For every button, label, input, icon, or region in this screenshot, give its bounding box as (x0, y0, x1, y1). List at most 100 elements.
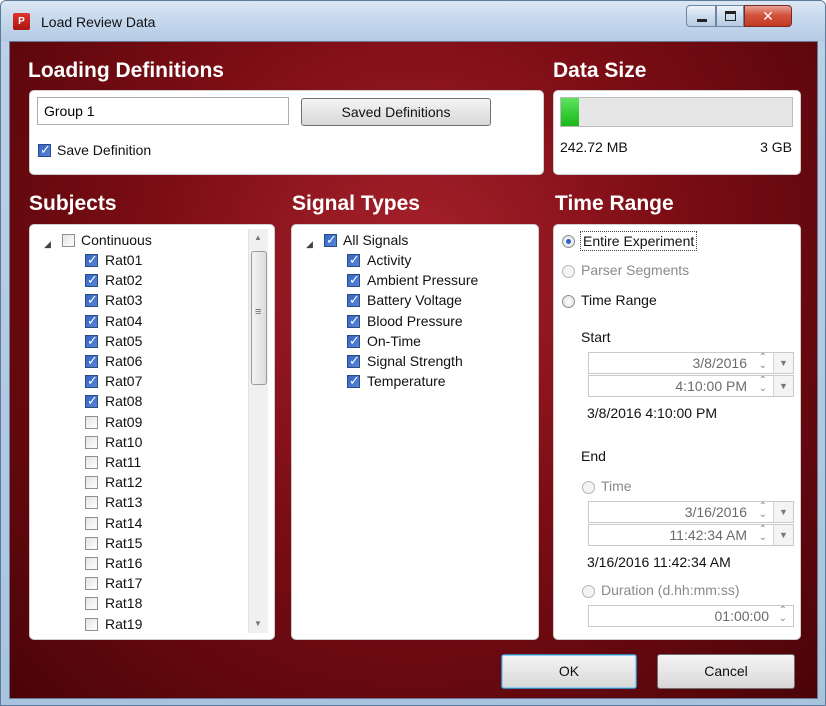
parser-segments-radio[interactable] (562, 265, 575, 278)
save-definition-checkbox[interactable] (38, 142, 51, 158)
cancel-button[interactable]: Cancel (657, 654, 795, 689)
spin-arrows-icon[interactable]: ⌃ ⌄ (759, 525, 767, 543)
end-time-picker[interactable]: 11:42:34 AM ⌃ ⌄ ▼ (588, 524, 794, 546)
continuous-label: Continuous (81, 232, 152, 248)
title-bar[interactable]: P Load Review Data ✕ (1, 1, 825, 41)
signal-item-checkbox[interactable] (347, 373, 360, 389)
subjects-panel: ◢ Continuous Rat01 Rat02 Rat03 Rat04 Rat05 Ra… (29, 224, 275, 640)
close-button[interactable]: ✕ (744, 5, 792, 27)
minimize-icon (697, 19, 707, 22)
subject-item-checkbox[interactable] (85, 617, 98, 631)
close-icon: ✕ (762, 8, 774, 24)
scroll-down-icon[interactable]: ▼ (254, 619, 262, 628)
scrollbar-thumb[interactable]: ≡ (251, 251, 267, 385)
saved-definitions-button[interactable]: Saved Definitions (301, 98, 491, 126)
subject-item-checkbox[interactable] (85, 333, 98, 349)
subject-item-checkbox[interactable] (85, 373, 98, 389)
collapse-arrow-icon[interactable]: ◢ (44, 239, 51, 250)
signal-item-label: Blood Pressure (367, 312, 463, 329)
duration-radio[interactable] (582, 585, 595, 598)
subject-item-checkbox[interactable] (85, 353, 98, 369)
time-range-heading: Time Range (555, 192, 674, 215)
subject-item-checkbox[interactable] (85, 313, 98, 329)
time-range-label: Time Range (581, 292, 657, 308)
signal-item-checkbox[interactable] (347, 353, 360, 369)
maximize-icon (725, 11, 736, 21)
subject-item-checkbox[interactable] (85, 496, 98, 510)
end-time-value: 11:42:34 AM (669, 527, 747, 543)
dropdown-arrow-icon[interactable]: ▼ (773, 353, 793, 373)
subject-item-checkbox[interactable] (85, 292, 98, 308)
spin-arrows-icon[interactable]: ⌃ ⌄ (759, 376, 767, 394)
signal-item-checkbox[interactable] (347, 272, 360, 288)
subject-item-checkbox[interactable] (85, 252, 98, 268)
subject-item-checkbox[interactable] (85, 516, 98, 530)
subject-item-checkbox[interactable] (85, 577, 98, 591)
subject-item-checkbox[interactable] (85, 456, 98, 469)
duration-label: Duration (d.hh:mm:ss) (601, 582, 740, 598)
subject-item-label: Rat13 (105, 494, 143, 511)
subject-item-checkbox[interactable] (85, 536, 98, 550)
spin-arrows-icon[interactable]: ⌃ ⌄ (779, 606, 787, 624)
spin-arrows-icon[interactable]: ⌃ ⌄ (759, 353, 767, 371)
subject-item-label: Rat09 (105, 413, 143, 430)
window-title: Load Review Data (41, 14, 156, 30)
minimize-button[interactable] (686, 5, 716, 27)
subject-item-checkbox[interactable] (85, 415, 98, 429)
subject-item-checkbox[interactable] (85, 597, 98, 611)
subject-item-label: Rat11 (105, 454, 142, 470)
signal-item-checkbox[interactable] (347, 252, 360, 268)
start-date-value: 3/8/2016 (692, 355, 748, 371)
dropdown-arrow-icon[interactable]: ▼ (773, 502, 793, 522)
subject-item-checkbox[interactable] (85, 476, 98, 490)
start-date-picker[interactable]: 3/8/2016 ⌃ ⌄ ▼ (588, 352, 794, 374)
start-summary: 3/8/2016 4:10:00 PM (587, 405, 717, 421)
loading-definitions-panel: Saved Definitions Save Definition (29, 90, 544, 175)
end-date-picker[interactable]: 3/16/2016 ⌃ ⌄ ▼ (588, 501, 794, 523)
dialog-body: Loading Definitions Saved Definitions Sa… (9, 41, 818, 699)
subjects-heading: Subjects (29, 192, 117, 215)
subject-item-label: Rat14 (105, 514, 143, 531)
subject-item-label: Rat05 (105, 332, 143, 349)
subject-item-checkbox[interactable] (85, 393, 98, 409)
signal-item-label: Ambient Pressure (367, 272, 479, 289)
end-label: End (581, 448, 606, 464)
duration-value: 01:00:00 (714, 608, 770, 624)
start-time-picker[interactable]: 4:10:00 PM ⌃ ⌄ ▼ (588, 375, 794, 397)
collapse-arrow-icon[interactable]: ◢ (306, 239, 313, 250)
subject-item-label: Rat12 (105, 474, 143, 491)
all-signals-checkbox[interactable] (324, 232, 337, 248)
subject-item-label: Rat03 (105, 292, 143, 309)
maximize-button[interactable] (716, 5, 744, 27)
scroll-up-icon[interactable]: ▲ (254, 233, 262, 242)
subjects-scrollbar[interactable]: ▲ ≡ ▼ (248, 229, 268, 633)
data-size-used: 242.72 MB (560, 139, 628, 155)
subject-item-label: Rat10 (105, 433, 143, 450)
subject-item-label: Rat18 (105, 595, 143, 612)
signal-item-checkbox[interactable] (347, 333, 360, 349)
start-label: Start (581, 329, 611, 345)
subject-item-label: Rat07 (105, 373, 143, 390)
signal-item-label: On-Time (367, 332, 421, 349)
subject-item-label: Rat17 (105, 575, 143, 592)
time-range-radio[interactable] (562, 295, 575, 308)
subject-item-label: Rat02 (105, 272, 143, 289)
end-time-radio[interactable] (582, 481, 595, 494)
definition-name-input[interactable] (37, 97, 289, 125)
subject-item-checkbox[interactable] (85, 435, 98, 449)
spin-arrows-icon[interactable]: ⌃ ⌄ (759, 502, 767, 520)
duration-input[interactable]: 01:00:00 ⌃ ⌄ (588, 605, 794, 627)
all-signals-label: All Signals (343, 232, 409, 248)
signal-item-checkbox[interactable] (347, 313, 360, 329)
entire-experiment-radio[interactable] (562, 235, 575, 248)
signal-types-panel: ◢ All Signals Activity Ambient Pressure Ba… (291, 224, 539, 640)
continuous-checkbox[interactable] (62, 234, 75, 247)
subject-item-checkbox[interactable] (85, 272, 98, 288)
dropdown-arrow-icon[interactable]: ▼ (773, 525, 793, 545)
subject-item-label: Rat19 (105, 615, 143, 632)
signal-item-label: Battery Voltage (367, 292, 462, 309)
subject-item-checkbox[interactable] (85, 557, 98, 570)
dropdown-arrow-icon[interactable]: ▼ (773, 376, 793, 396)
ok-button[interactable]: OK (501, 654, 637, 689)
signal-item-checkbox[interactable] (347, 292, 360, 308)
